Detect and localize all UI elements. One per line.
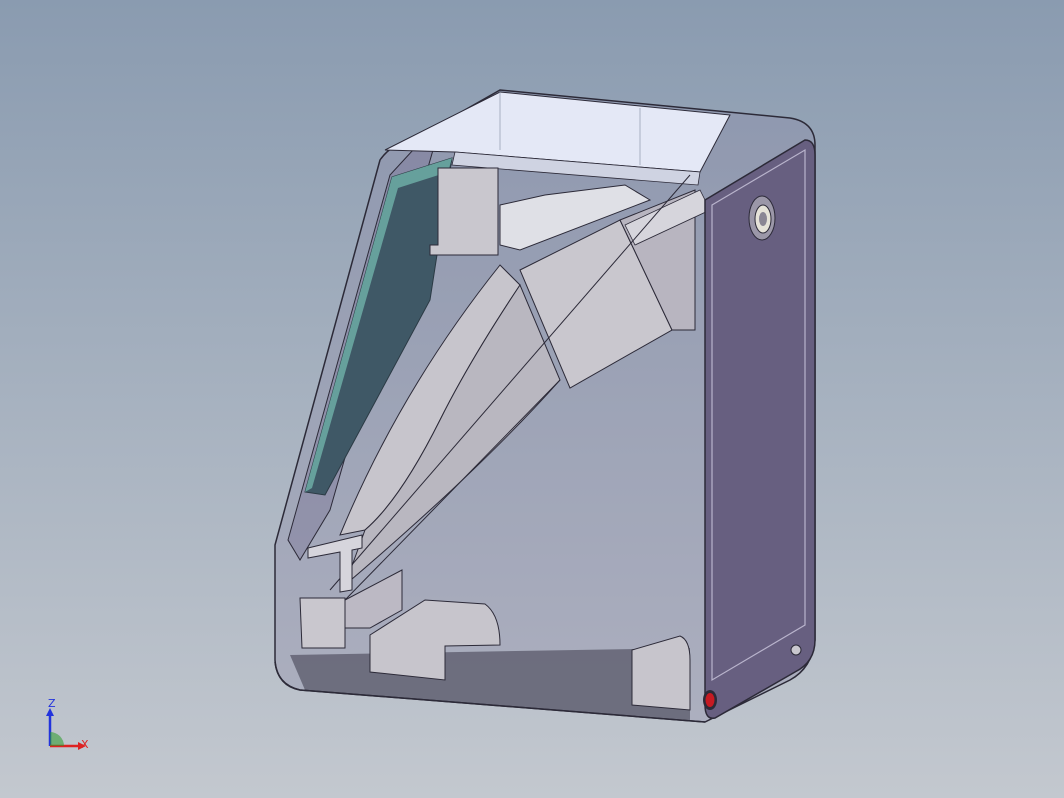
lock-icon[interactable] xyxy=(748,195,776,241)
model-3d-view[interactable] xyxy=(0,0,1064,798)
coordinate-triad: Z X xyxy=(40,698,96,758)
upper-bracket[interactable] xyxy=(429,167,499,256)
tray-right[interactable] xyxy=(631,635,691,711)
triad-z-label: Z xyxy=(48,697,56,710)
power-indicator-icon[interactable] xyxy=(703,690,717,710)
left-support xyxy=(299,597,346,649)
screw-icon xyxy=(790,644,802,656)
triad-x-label: X xyxy=(81,738,89,751)
graphics-viewport[interactable]: Z X xyxy=(0,0,1064,798)
